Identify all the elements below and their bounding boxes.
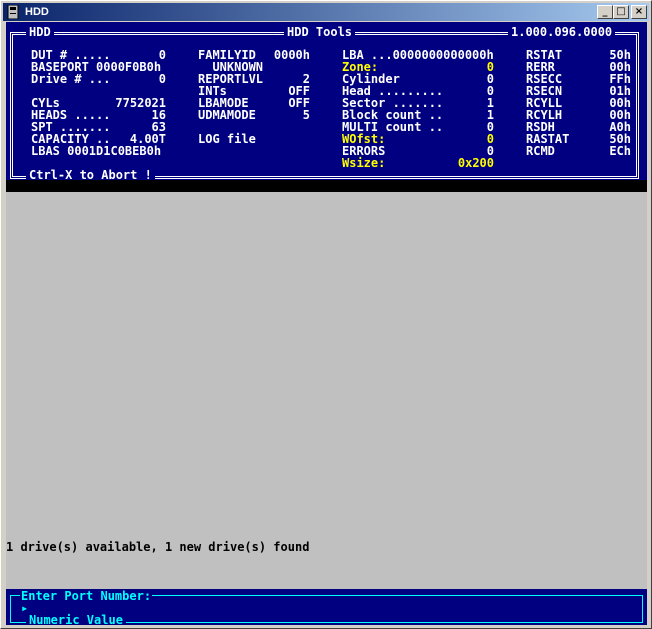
console-area: HDD HDD Tools 1.000.096.0000 Ctrl-X to A… [6,22,647,625]
col4-value: ECh [609,144,631,158]
status-message: 1 drive(s) available, 1 new drive(s) fou… [6,540,310,554]
col2-value: 0000h [273,48,310,62]
app-icon [7,5,19,19]
panel-title-center: HDD Tools [284,26,356,38]
col1-value: 0 [158,72,166,86]
input-panel: Enter Port Number: ▸ Numeric Value [6,589,647,625]
input-hint: Numeric Value [26,614,126,625]
input-cursor[interactable]: ▸ [21,602,28,614]
col2-value: 5 [302,108,310,122]
window-title: HDD [25,6,49,18]
close-button[interactable]: × [631,5,647,19]
maximize-button[interactable]: □ [613,5,629,19]
col2-label: UDMAMODE [198,108,256,122]
col1-label: LBAS 0001D1C0BEB0h [31,144,162,158]
port-prompt-label: Enter Port Number: [20,589,153,603]
col2-label: LOG file [198,132,256,146]
status-panel: HDD HDD Tools 1.000.096.0000 Ctrl-X to A… [6,22,647,181]
minimize-button[interactable]: _ [597,5,613,19]
col4-label: RCMD [526,144,555,158]
col3-value: 0x200 [457,156,494,170]
col3-label: Wsize: [342,156,386,170]
hdd-window: HDD _ □ × HDD HDD Tools 1.000.096.0000 C… [0,0,652,629]
title-bar[interactable]: HDD _ □ × [3,3,649,21]
col1-label: Drive # ... [31,72,111,86]
separator-bar [6,180,647,192]
panel-title-left: HDD [26,26,54,38]
version-label: 1.000.096.0000 [508,26,616,38]
